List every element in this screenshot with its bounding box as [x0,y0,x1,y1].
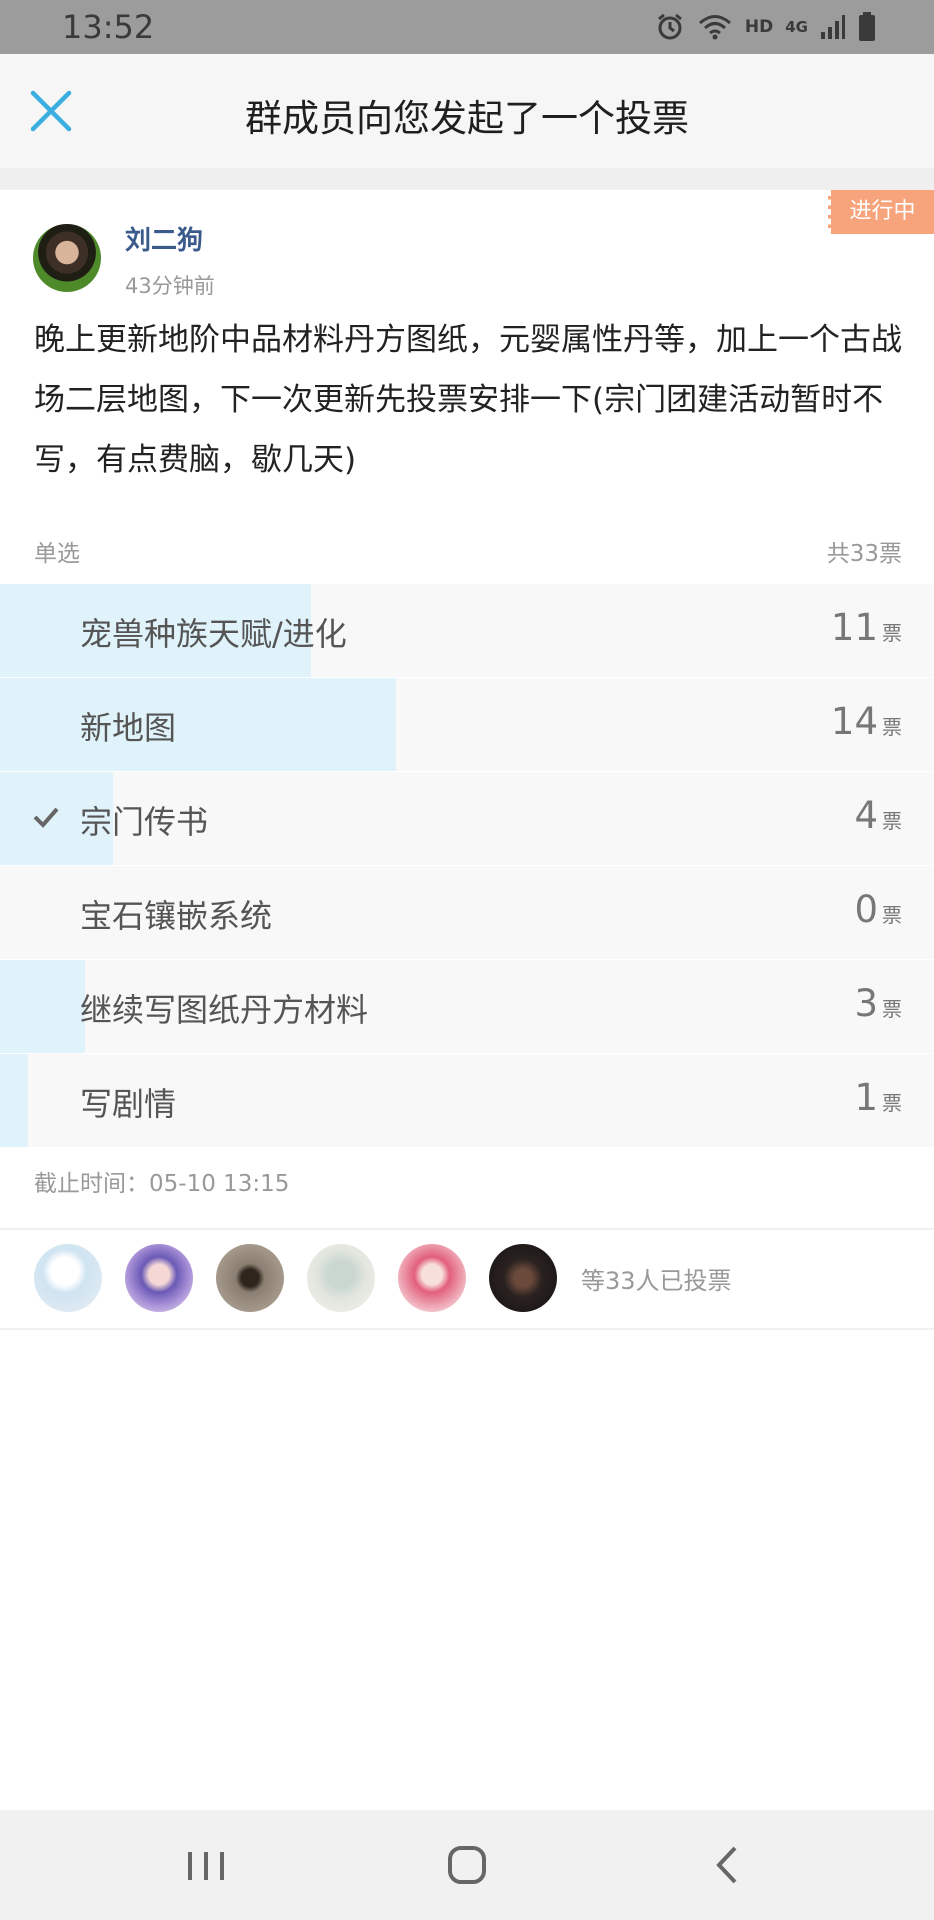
option-votes: 4票 [854,794,902,837]
vote-unit: 票 [882,1091,902,1115]
vote-total: 共33票 [826,541,902,567]
vote-type-label: 单选 [34,541,80,567]
divider [0,1228,934,1230]
status-badge: 进行中 [828,190,934,234]
status-time: 13:52 [62,8,155,46]
divider [0,1328,934,1330]
signal-icon [821,15,845,39]
deadline-text: 截止时间：05-10 13:15 [34,1171,290,1197]
voters-row[interactable]: 等33人已投票 [34,1242,732,1314]
option-progress-bar [0,678,397,771]
option-votes: 3票 [854,982,902,1025]
voter-avatar[interactable] [216,1244,284,1312]
page-title: 群成员向您发起了一个投票 [245,97,689,140]
poll-option[interactable]: 宠兽种族天赋/进化 11 票 [0,584,934,678]
section-gap [0,168,934,190]
voter-avatar[interactable] [489,1244,557,1312]
poll-option[interactable]: 新地图 14 票 [0,678,934,772]
post-time: 43分钟前 [125,274,215,298]
vote-count: 3 [854,982,878,1025]
back-icon[interactable] [697,1840,757,1890]
voters-summary[interactable]: 等33人已投票 [581,1261,732,1296]
option-label: 继续写图纸丹方材料 [80,991,369,1029]
voter-avatar[interactable] [34,1244,102,1312]
option-progress-bar [0,960,85,1053]
system-nav-bar [0,1810,934,1920]
option-progress-bar [0,1054,29,1147]
status-icons: HD 4G [655,10,876,44]
poll-card: 进行中 刘二狗 43分钟前 晚上更新地阶中品材料丹方图纸，元婴属性丹等，加上一个… [0,190,934,1330]
option-votes: 14 票 [831,700,902,743]
option-votes: 0票 [854,888,902,931]
checkmark-icon [33,807,59,828]
poll-option[interactable]: 宗门传书 4票 [0,772,934,866]
status-bar: 13:52 HD 4G [0,0,934,54]
wifi-icon [698,15,731,40]
vote-count: 0 [854,888,878,931]
poll-option[interactable]: 宝石镶嵌系统 0票 [0,866,934,960]
poll-description: 晚上更新地阶中品材料丹方图纸，元婴属性丹等，加上一个古战场二层地图，下一次更新先… [34,322,902,478]
vote-unit: 票 [882,903,902,927]
voter-avatar[interactable] [125,1244,193,1312]
option-label: 新地图 [80,709,177,747]
recent-apps-icon[interactable] [176,1840,236,1890]
vote-count: 14 [830,700,878,743]
option-label: 宠兽种族天赋/进化 [80,615,347,653]
home-icon[interactable] [437,1840,497,1890]
alarm-icon [657,13,682,40]
vote-count: 1 [854,1076,878,1119]
poll-options: 宠兽种族天赋/进化 11 票 新地图 14 票 宗门传书 4票 宝石镶嵌系统 0票 … [0,584,934,1148]
option-votes: 1票 [854,1076,902,1119]
network-type-indicator: 4G [785,18,808,36]
vote-unit: 票 [882,621,902,645]
author-name[interactable]: 刘二狗 [125,220,203,257]
vote-unit: 票 [882,997,902,1021]
voter-avatar[interactable] [398,1244,466,1312]
battery-icon [859,12,875,41]
vote-unit: 票 [882,809,902,833]
voter-avatar[interactable] [307,1244,375,1312]
option-label: 宝石镶嵌系统 [80,897,273,935]
hd-indicator: HD [744,17,774,37]
vote-count: 4 [854,794,878,837]
option-label: 宗门传书 [80,803,209,841]
option-label: 写剧情 [80,1085,177,1123]
vote-unit: 票 [882,715,902,739]
option-votes: 11 票 [831,606,902,649]
vote-count: 11 [830,606,878,649]
poll-option[interactable]: 继续写图纸丹方材料 3票 [0,960,934,1054]
avatar[interactable] [33,224,101,292]
poll-option[interactable]: 写剧情 1票 [0,1054,934,1148]
header-bar: 群成员向您发起了一个投票 [0,54,934,168]
